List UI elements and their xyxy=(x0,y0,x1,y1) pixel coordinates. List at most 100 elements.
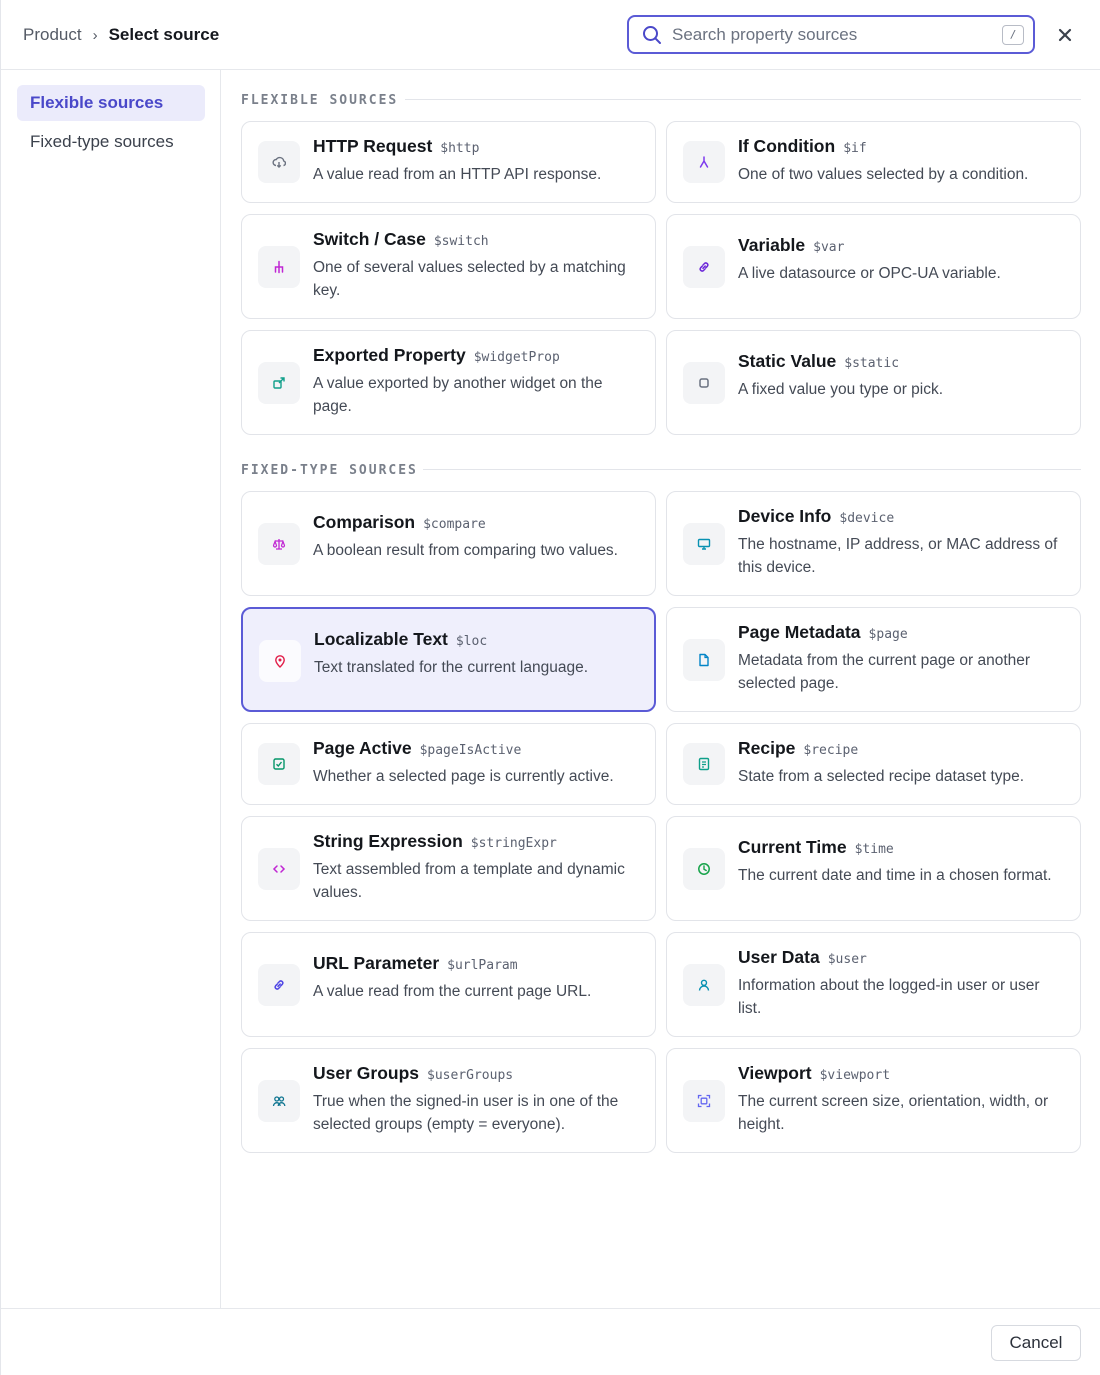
card-title-row: Recipe $recipe xyxy=(738,738,1066,759)
source-card-var[interactable]: Variable $var A live datasource or OPC-U… xyxy=(666,214,1081,319)
section-divider xyxy=(405,99,1081,100)
user-icon xyxy=(683,964,725,1006)
card-title-row: HTTP Request $http xyxy=(313,136,641,157)
branch-icon-glyph xyxy=(699,156,709,168)
card-title-row: Current Time $time xyxy=(738,837,1066,858)
card-description: Whether a selected page is currently act… xyxy=(313,768,614,785)
card-token: $compare xyxy=(423,517,486,532)
check-square-icon xyxy=(258,743,300,785)
source-card-stringexpr[interactable]: String Expression $stringExpr Text assem… xyxy=(241,816,656,921)
card-token: $recipe xyxy=(803,743,859,758)
sidebar-item-label: Flexible sources xyxy=(30,93,164,112)
card-description: A live datasource or OPC-UA variable. xyxy=(738,265,1001,282)
source-card-time[interactable]: Current Time $time The current date and … xyxy=(666,816,1081,921)
source-card-http[interactable]: HTTP Request $http A value read from an … xyxy=(241,121,656,203)
cancel-button[interactable]: Cancel xyxy=(991,1325,1081,1361)
sidebar-item-flexible-sources[interactable]: Flexible sources xyxy=(17,85,205,121)
card-title: Variable xyxy=(738,235,806,255)
search-icon xyxy=(643,25,661,44)
card-title: Static Value xyxy=(738,351,837,371)
card-token: $pageIsActive xyxy=(419,743,522,758)
cloud-download-icon xyxy=(258,141,300,183)
card-title: User Groups xyxy=(313,1063,419,1083)
card-title-row: Static Value $static xyxy=(738,351,1066,372)
card-title-row: Switch / Case $switch xyxy=(313,229,641,250)
card-token: $userGroups xyxy=(427,1068,514,1083)
card-token: $var xyxy=(813,240,845,255)
source-card-compare[interactable]: Comparison $compare A boolean result fro… xyxy=(241,491,656,596)
search-input[interactable] xyxy=(672,24,1002,45)
source-card-usergroups[interactable]: User Groups $userGroups True when the si… xyxy=(241,1048,656,1153)
code-icon-glyph xyxy=(272,865,286,873)
card-token: $loc xyxy=(455,634,488,649)
document-icon xyxy=(683,639,725,681)
close-icon xyxy=(1058,28,1072,42)
source-card-static[interactable]: Static Value $static A fixed value you t… xyxy=(666,330,1081,435)
source-card-loc[interactable]: Localizable Text $loc Text translated fo… xyxy=(241,607,656,712)
card-description: The hostname, IP address, or MAC address… xyxy=(738,536,1058,576)
card-token: $switch xyxy=(433,234,489,249)
source-card-switch[interactable]: Switch / Case $switch One of several val… xyxy=(241,214,656,319)
card-text: Variable $var A live datasource or OPC-U… xyxy=(738,235,1066,285)
link-icon-glyph xyxy=(699,262,709,272)
source-card-device[interactable]: Device Info $device The hostname, IP add… xyxy=(666,491,1081,596)
document-icon-glyph xyxy=(699,653,709,667)
breadcrumb-root[interactable]: Product xyxy=(23,25,82,45)
sidebar: Flexible sources Fixed-type sources xyxy=(1,70,221,1308)
card-description: The current screen size, orientation, wi… xyxy=(738,1093,1049,1133)
search-box[interactable]: / xyxy=(627,15,1035,54)
source-card-page[interactable]: Page Metadata $page Metadata from the cu… xyxy=(666,607,1081,712)
card-title: HTTP Request xyxy=(313,136,433,156)
card-description: One of two values selected by a conditio… xyxy=(738,166,1029,183)
card-text: Localizable Text $loc Text translated fo… xyxy=(314,629,640,679)
card-title: Current Time xyxy=(738,837,847,857)
card-title-row: Comparison $compare xyxy=(313,512,641,533)
card-title: Comparison xyxy=(313,512,416,532)
card-title: User Data xyxy=(738,947,820,967)
card-text: Switch / Case $switch One of several val… xyxy=(313,229,641,302)
card-text: Static Value $static A fixed value you t… xyxy=(738,351,1066,401)
source-card-widgetprop[interactable]: Exported Property $widgetProp A value ex… xyxy=(241,330,656,435)
source-card-urlparam[interactable]: URL Parameter $urlParam A value read fro… xyxy=(241,932,656,1037)
source-card-if[interactable]: If Condition $if One of two values selec… xyxy=(666,121,1081,203)
card-token: $if xyxy=(843,141,867,156)
card-text: HTTP Request $http A value read from an … xyxy=(313,136,641,186)
card-token: $time xyxy=(854,842,894,857)
card-token: $stringExpr xyxy=(470,836,557,851)
branch-icon xyxy=(683,141,725,183)
section-title-fixed: FIXED-TYPE SOURCES xyxy=(241,462,418,478)
card-description: A fixed value you type or pick. xyxy=(738,381,944,398)
clock-icon-glyph xyxy=(698,863,710,875)
card-token: $urlParam xyxy=(447,958,518,973)
card-title-row: Page Metadata $page xyxy=(738,622,1066,643)
viewport-icon-glyph xyxy=(697,1094,711,1108)
card-token: $device xyxy=(839,511,895,526)
source-card-pageisactive[interactable]: Page Active $pageIsActive Whether a sele… xyxy=(241,723,656,805)
source-list: FLEXIBLE SOURCES FIXED-TYPE SOURCES HTTP… xyxy=(221,70,1100,1308)
card-text: Device Info $device The hostname, IP add… xyxy=(738,506,1066,579)
export-icon xyxy=(258,362,300,404)
card-title: Device Info xyxy=(738,506,832,526)
card-text: User Data $user Information about the lo… xyxy=(738,947,1066,1020)
card-token: $viewport xyxy=(819,1068,891,1083)
users-icon-glyph xyxy=(272,1096,286,1107)
link-icon xyxy=(258,964,300,1006)
card-text: URL Parameter $urlParam A value read fro… xyxy=(313,953,641,1003)
card-description: One of several values selected by a matc… xyxy=(313,259,626,299)
cloud-download-icon-glyph xyxy=(272,156,286,168)
source-card-recipe[interactable]: Recipe $recipe State from a selected rec… xyxy=(666,723,1081,805)
card-description: A value read from an HTTP API response. xyxy=(313,166,602,183)
card-description: True when the signed-in user is in one o… xyxy=(313,1093,619,1133)
card-token: $widgetProp xyxy=(473,350,560,365)
card-text: Exported Property $widgetProp A value ex… xyxy=(313,345,641,418)
recipe-icon xyxy=(683,743,725,785)
card-title-row: Device Info $device xyxy=(738,506,1066,527)
source-card-user[interactable]: User Data $user Information about the lo… xyxy=(666,932,1081,1037)
card-title: Page Active xyxy=(313,738,412,758)
recipe-icon-glyph xyxy=(698,757,710,771)
close-button[interactable] xyxy=(1053,23,1077,47)
sidebar-item-fixed-type-sources[interactable]: Fixed-type sources xyxy=(17,124,205,160)
card-text: Page Metadata $page Metadata from the cu… xyxy=(738,622,1066,695)
monitor-icon-glyph xyxy=(697,538,711,550)
source-card-viewport[interactable]: Viewport $viewport The current screen si… xyxy=(666,1048,1081,1153)
